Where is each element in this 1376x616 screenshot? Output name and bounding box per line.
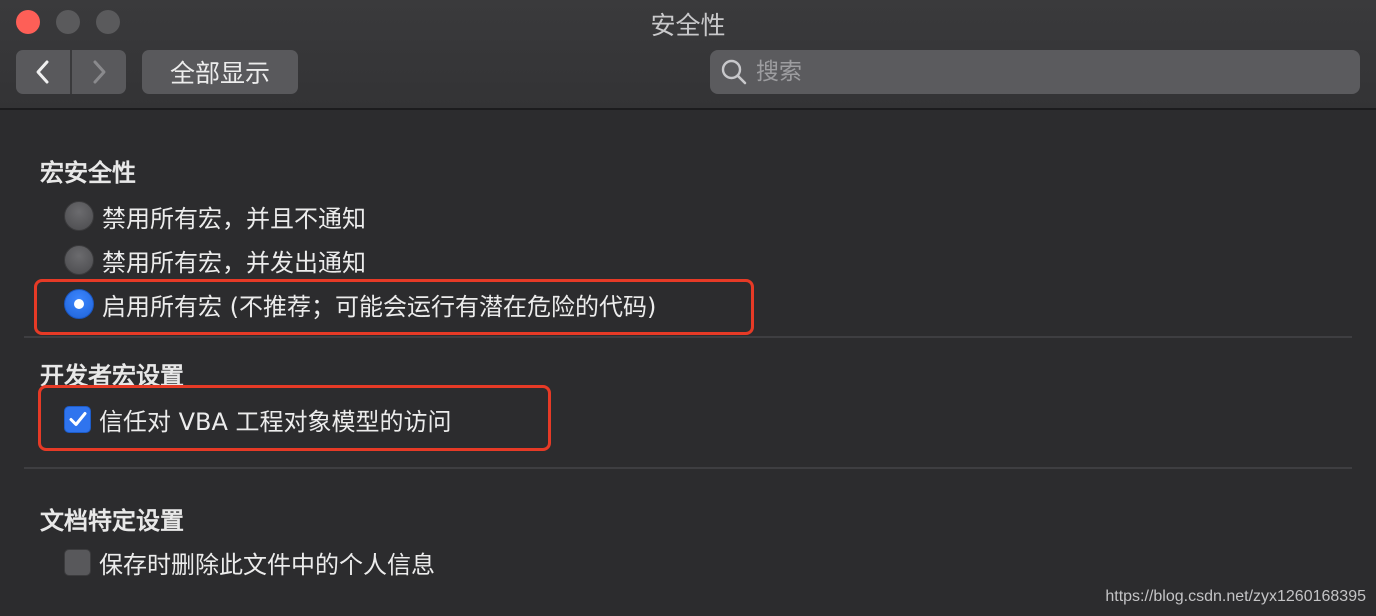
- radio-enable-all[interactable]: 启用所有宏 (不推荐；可能会运行有潜在危险的代码): [64, 287, 656, 321]
- checkmark-icon: [69, 412, 86, 426]
- toolbar: 安全性 全部显示: [0, 0, 1376, 110]
- checkbox[interactable]: [64, 548, 91, 576]
- preferences-window: 安全性 全部显示 宏安全性 禁用所有宏，并且不通知: [0, 0, 1376, 616]
- radio-button-selected[interactable]: [64, 289, 94, 319]
- radio-disable-with-notify[interactable]: 禁用所有宏，并发出通知: [64, 243, 366, 277]
- search-field[interactable]: [710, 50, 1360, 94]
- search-icon: [721, 59, 747, 85]
- section-title-document-settings: 文档特定设置: [40, 507, 184, 535]
- checkbox-remove-personal-info[interactable]: 保存时删除此文件中的个人信息: [64, 545, 435, 579]
- section-title-macro-security: 宏安全性: [40, 159, 136, 187]
- back-button[interactable]: [16, 50, 70, 94]
- radio-button[interactable]: [64, 201, 94, 231]
- radio-button[interactable]: [64, 245, 94, 275]
- search-input[interactable]: [756, 52, 1360, 92]
- option-label: 禁用所有宏，并发出通知: [102, 248, 366, 277]
- checkbox[interactable]: [64, 405, 91, 433]
- option-label: 启用所有宏 (不推荐；可能会运行有潜在危险的代码): [102, 292, 657, 321]
- show-all-button[interactable]: 全部显示: [142, 50, 298, 94]
- chevron-right-icon: [93, 60, 106, 84]
- back-forward-group: [16, 50, 126, 94]
- window-title: 安全性: [650, 11, 726, 40]
- option-label: 禁用所有宏，并且不通知: [102, 204, 366, 233]
- section-divider: [24, 336, 1352, 338]
- section-divider: [24, 467, 1352, 469]
- watermark-text: https://blog.csdn.net/zyx1260168395: [1105, 588, 1366, 605]
- option-label: 保存时删除此文件中的个人信息: [99, 550, 435, 579]
- chevron-left-icon: [36, 60, 49, 84]
- forward-button[interactable]: [70, 50, 126, 94]
- section-title-developer-macro: 开发者宏设置: [40, 362, 184, 390]
- radio-disable-no-notify[interactable]: 禁用所有宏，并且不通知: [64, 199, 366, 233]
- option-label: 信任对 VBA 工程对象模型的访问: [99, 407, 452, 436]
- checkbox-trust-vba[interactable]: 信任对 VBA 工程对象模型的访问: [64, 402, 452, 436]
